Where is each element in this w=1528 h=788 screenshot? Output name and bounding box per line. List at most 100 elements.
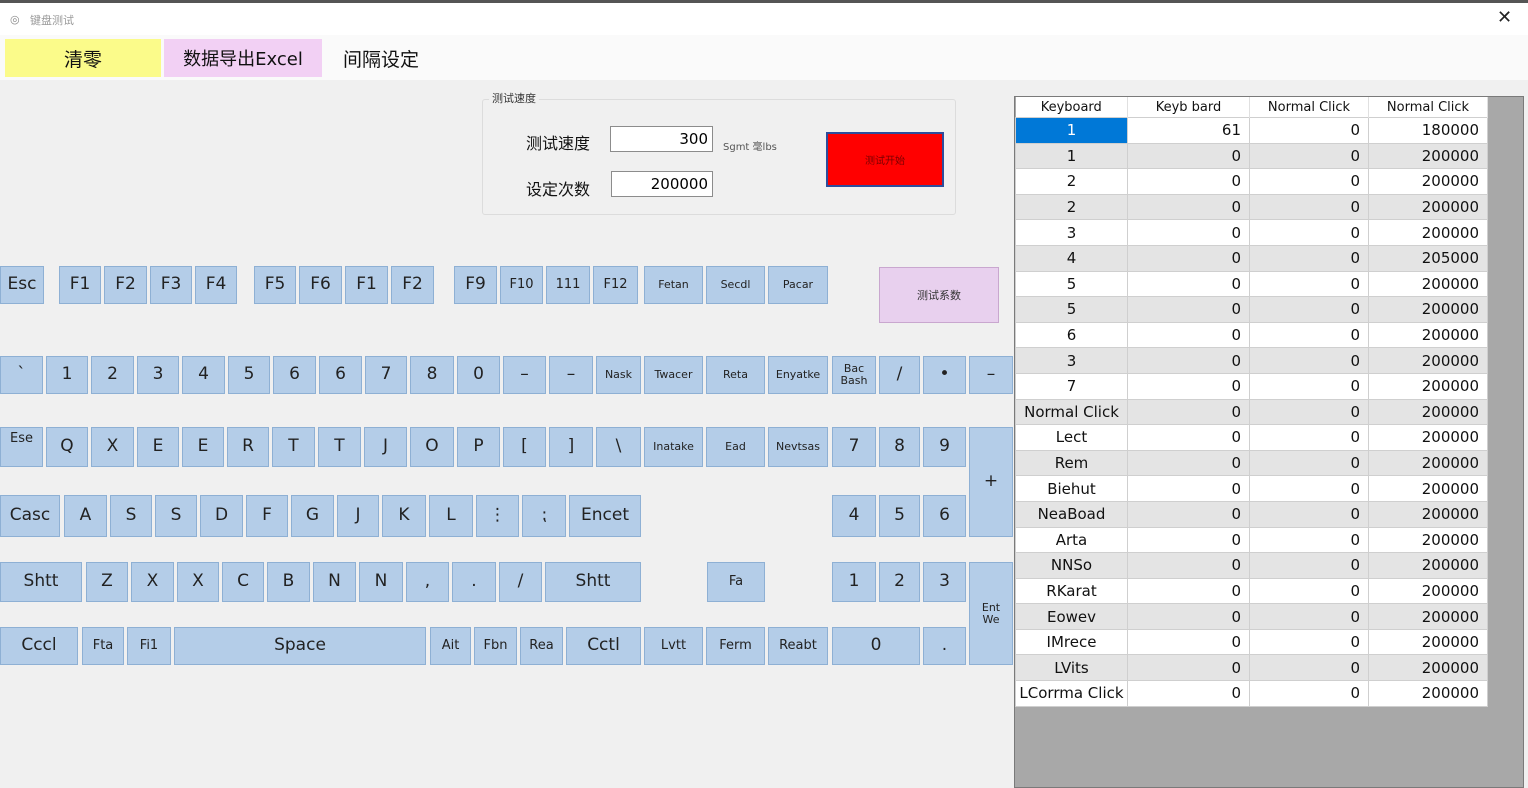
key-5[interactable]: 5 [228, 356, 270, 394]
grid-cell[interactable]: 0 [1249, 347, 1369, 374]
key-9[interactable]: 8 [410, 356, 454, 394]
key-numlock[interactable]: Bac Bash [832, 356, 876, 394]
key-0[interactable]: 0 [457, 356, 500, 394]
table-row[interactable]: NNSo 0 0 200000 [1015, 552, 1488, 579]
key-k[interactable]: K [382, 495, 426, 537]
key-right-bracket[interactable]: ] [549, 427, 593, 467]
row-header-cell[interactable]: 4 [1015, 244, 1128, 272]
table-row[interactable]: 5 0 0 200000 [1015, 270, 1488, 298]
grid-cell[interactable]: 0 [1249, 398, 1369, 426]
key-7[interactable]: 6 [319, 356, 362, 394]
key-num-3[interactable]: 3 [923, 562, 966, 602]
row-header-cell[interactable]: Lect [1015, 424, 1128, 451]
key-pause[interactable]: Pacar [768, 266, 828, 304]
key-l[interactable]: L [429, 495, 473, 537]
table-row[interactable]: RKarat 0 0 200000 [1015, 577, 1488, 605]
grid-cell[interactable]: 200000 [1368, 347, 1488, 374]
grid-cell[interactable]: 0 [1127, 244, 1250, 272]
key-period[interactable]: . [452, 562, 496, 602]
row-header-cell[interactable]: Rem [1015, 449, 1128, 477]
key-slash[interactable]: / [499, 562, 542, 602]
grid-cell[interactable]: 200000 [1368, 654, 1488, 682]
table-row[interactable]: 4 0 0 205000 [1015, 244, 1488, 272]
grid-cell[interactable]: 0 [1127, 628, 1250, 656]
key-t[interactable]: T [272, 427, 315, 467]
grid-cell[interactable]: 200000 [1368, 219, 1488, 246]
key-num-2[interactable]: 2 [879, 562, 920, 602]
key-scroll-lock[interactable]: Secdl [706, 266, 765, 304]
grid-cell[interactable]: 0 [1249, 654, 1369, 682]
key-left-arrow[interactable]: Lvtt [644, 627, 703, 665]
table-row[interactable]: LCorrma Click 0 0 200000 [1015, 680, 1488, 707]
key-quote[interactable]: ⁏ [522, 495, 566, 537]
key-f6[interactable]: F6 [299, 266, 342, 304]
grid-cell[interactable]: 200000 [1368, 168, 1488, 195]
speed-input[interactable] [610, 126, 713, 152]
row-header-cell[interactable]: 5 [1015, 270, 1128, 298]
grid-cell[interactable]: 0 [1249, 500, 1369, 528]
key-q[interactable]: Q [46, 427, 88, 467]
key-o[interactable]: O [410, 427, 454, 467]
key-num-5[interactable]: 5 [879, 495, 920, 537]
key-page-up[interactable]: Enyatke [768, 356, 828, 394]
key-f10[interactable]: F10 [500, 266, 543, 304]
row-header-cell[interactable]: Eowev [1015, 603, 1128, 630]
data-grid[interactable]: Keyboard Keyb bard Normal Click Normal C… [1015, 97, 1488, 707]
table-row[interactable]: 6 0 0 200000 [1015, 321, 1488, 349]
table-row[interactable]: 3 0 0 200000 [1015, 219, 1488, 246]
row-header-cell[interactable]: IMrece [1015, 628, 1128, 656]
grid-cell[interactable]: 200000 [1368, 296, 1488, 323]
grid-cell[interactable]: 0 [1127, 654, 1250, 682]
grid-cell[interactable]: 0 [1249, 449, 1369, 477]
key-g[interactable]: G [291, 495, 334, 537]
row-header-cell[interactable]: Normal Click [1015, 398, 1128, 426]
grid-cell[interactable]: 0 [1249, 552, 1369, 579]
grid-cell[interactable]: 0 [1249, 117, 1369, 144]
table-row[interactable]: NeaBoad 0 0 200000 [1015, 500, 1488, 528]
key-backspace[interactable]: Nask [596, 356, 641, 394]
grid-header-col4[interactable]: Normal Click [1368, 97, 1488, 118]
table-row[interactable]: LVits 0 0 200000 [1015, 654, 1488, 682]
grid-cell[interactable]: 0 [1249, 270, 1369, 298]
grid-cell[interactable]: 0 [1249, 424, 1369, 451]
grid-cell[interactable]: 0 [1249, 603, 1369, 630]
close-icon[interactable]: ✕ [1497, 7, 1512, 28]
grid-cell[interactable]: 0 [1127, 500, 1250, 528]
key-num-enter[interactable]: Ent We [969, 562, 1013, 665]
key-f[interactable]: F [246, 495, 288, 537]
key-caps-lock[interactable]: Casc [0, 495, 60, 537]
grid-cell[interactable]: 0 [1127, 424, 1250, 451]
grid-cell[interactable]: 200000 [1368, 449, 1488, 477]
grid-cell[interactable]: 0 [1127, 552, 1250, 579]
key-left-shift[interactable]: Shtt [0, 562, 82, 602]
key-s[interactable]: S [110, 495, 152, 537]
row-header-cell[interactable]: 1 [1015, 117, 1128, 144]
table-row[interactable]: Eowev 0 0 200000 [1015, 603, 1488, 630]
grid-cell[interactable]: 200000 [1368, 628, 1488, 656]
key-j[interactable]: J [337, 495, 379, 537]
key-space[interactable]: Space [174, 627, 426, 665]
grid-cell[interactable]: 200000 [1368, 680, 1488, 707]
key-f8[interactable]: F2 [391, 266, 434, 304]
table-row[interactable]: 1 61 0 180000 [1015, 117, 1488, 144]
grid-cell[interactable]: 0 [1249, 244, 1369, 272]
grid-cell[interactable]: 180000 [1368, 117, 1488, 144]
key-f1[interactable]: F1 [59, 266, 101, 304]
row-header-cell[interactable]: 3 [1015, 219, 1128, 246]
grid-cell[interactable]: 0 [1249, 219, 1369, 246]
key-e2[interactable]: E [182, 427, 224, 467]
key-e[interactable]: E [137, 427, 179, 467]
key-f3[interactable]: F3 [150, 266, 192, 304]
start-test-button[interactable]: 测试开始 [826, 132, 944, 187]
key-num-plus[interactable]: + [969, 427, 1013, 537]
grid-cell[interactable]: 0 [1249, 475, 1369, 502]
grid-cell[interactable]: 200000 [1368, 142, 1488, 170]
key-n[interactable]: N [313, 562, 356, 602]
key-num-8[interactable]: 8 [879, 427, 920, 467]
key-f5[interactable]: F5 [254, 266, 296, 304]
grid-cell[interactable]: 0 [1127, 142, 1250, 170]
grid-cell[interactable]: 0 [1249, 142, 1369, 170]
table-row[interactable]: 7 0 0 200000 [1015, 372, 1488, 400]
row-header-cell[interactable]: 7 [1015, 372, 1128, 400]
key-f12[interactable]: F12 [593, 266, 638, 304]
